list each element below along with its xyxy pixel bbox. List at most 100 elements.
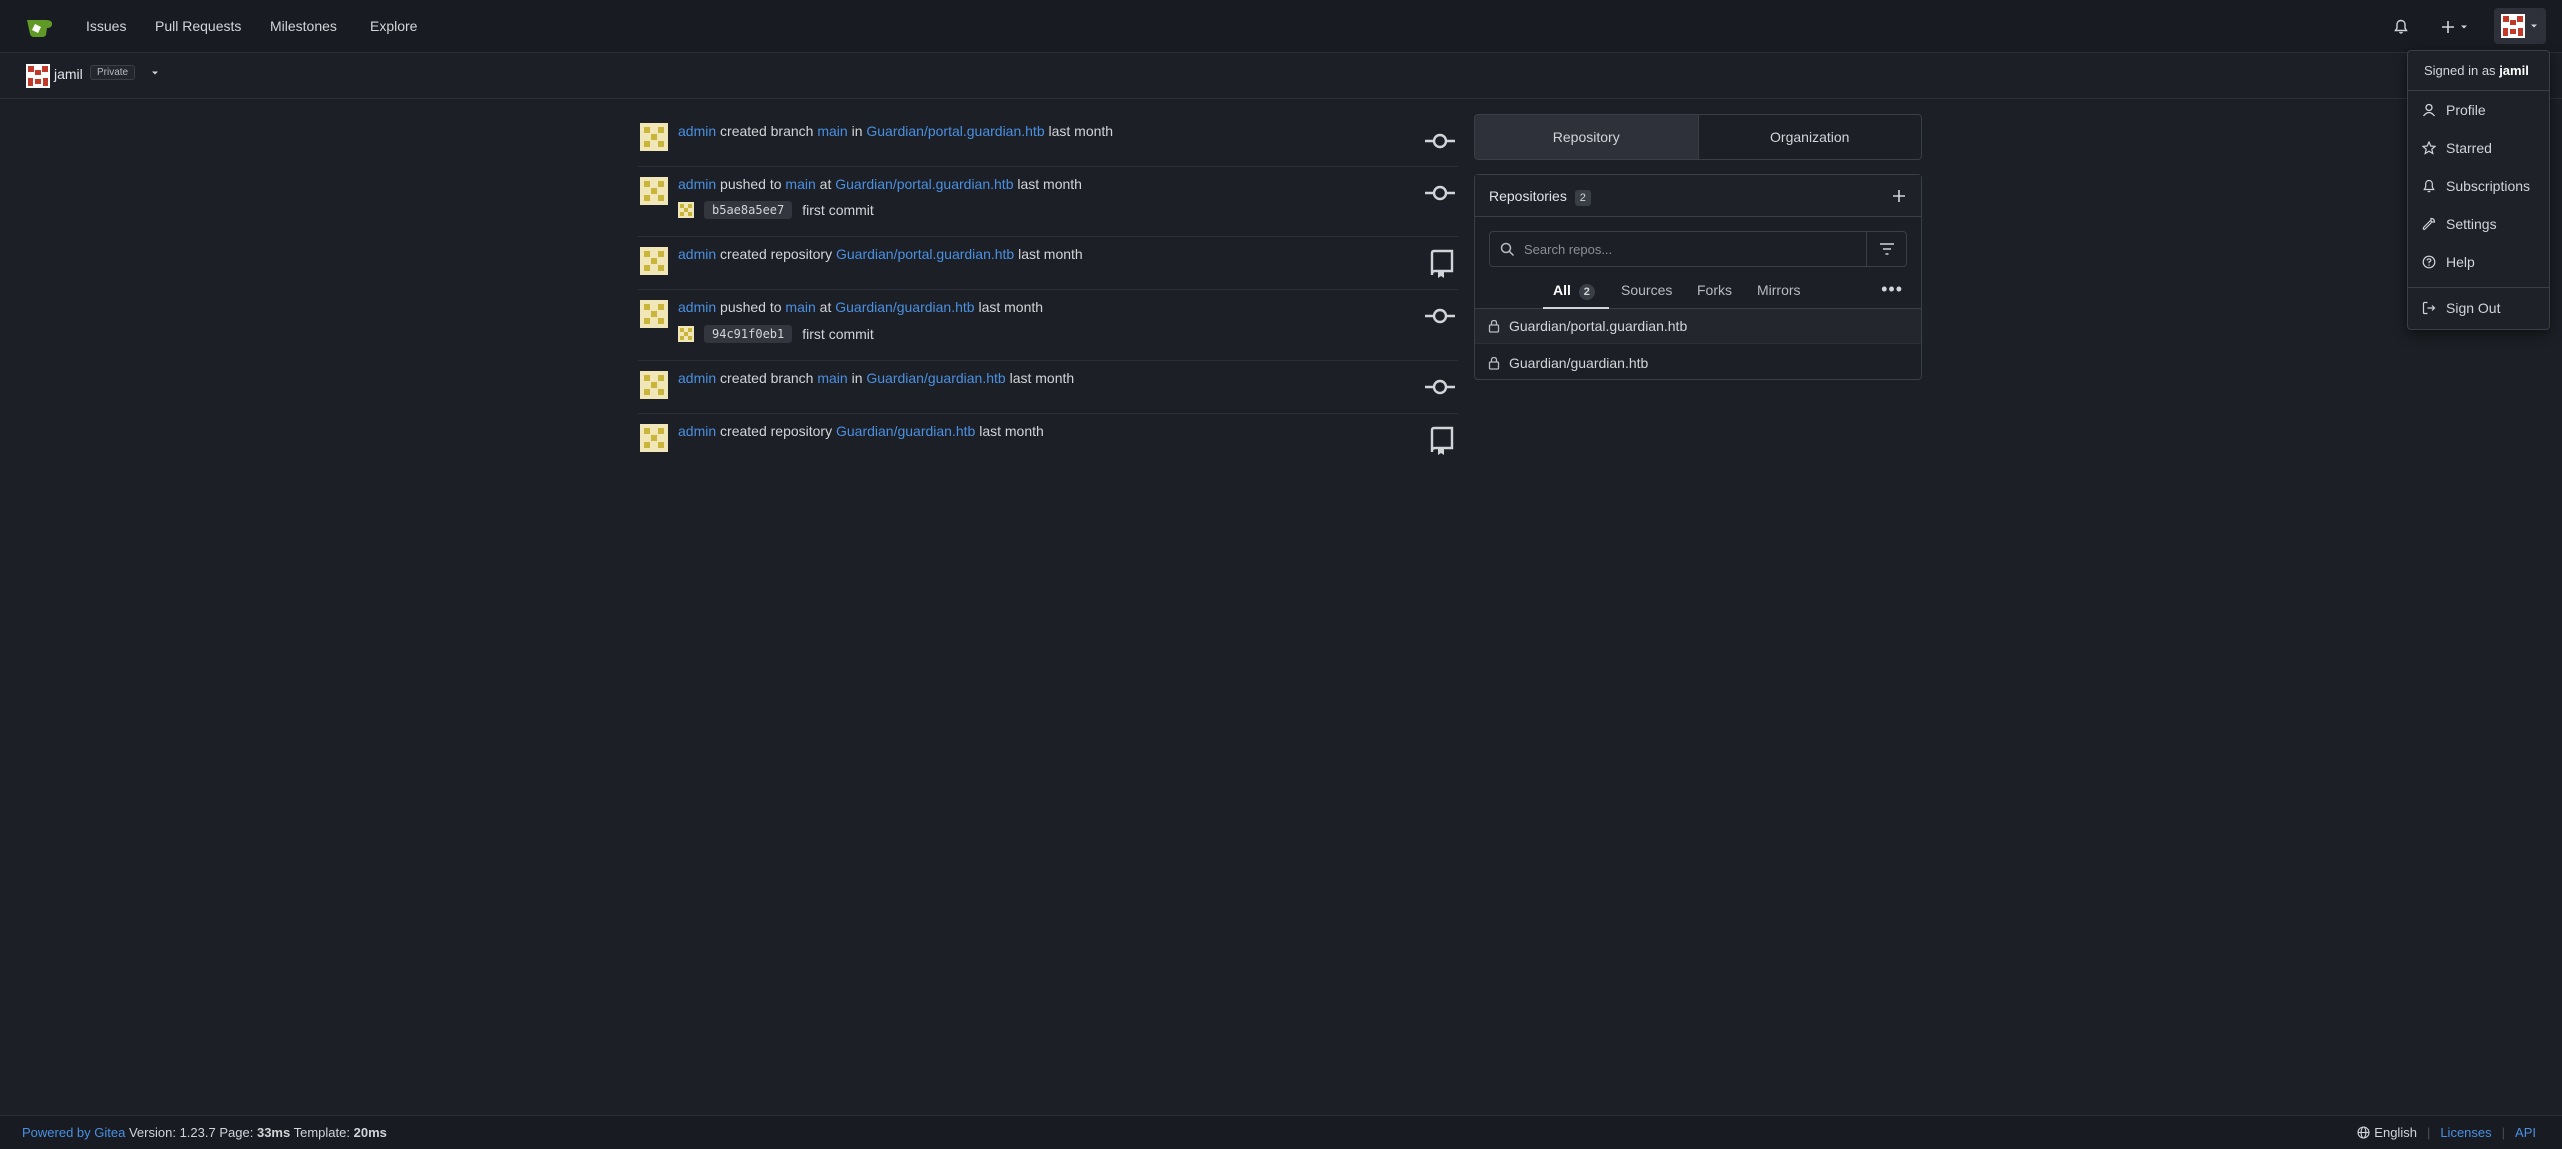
commit-author-avatar (678, 326, 694, 342)
nav-explore[interactable]: Explore (370, 18, 417, 34)
menu-item-subscriptions[interactable]: Subscriptions (2422, 178, 2530, 194)
licenses-link[interactable]: Licenses (2440, 1125, 2491, 1140)
repo-link[interactable]: Guardian/guardian.htb (835, 299, 974, 315)
nav-milestones[interactable]: Milestones (270, 18, 337, 34)
question-circle-icon (2422, 255, 2436, 269)
menu-item-settings[interactable]: Settings (2422, 216, 2497, 232)
signed-in-username: jamil (2499, 63, 2529, 78)
commit-sha-link[interactable]: b5ae8a5ee7 (704, 201, 793, 219)
more-options-icon[interactable]: ••• (1881, 279, 1903, 300)
caret-down-icon (2531, 24, 2537, 28)
branch-link[interactable]: main (785, 299, 815, 315)
signed-in-prefix: Signed in as (2424, 63, 2496, 78)
version-value: 1.23.7 (179, 1125, 216, 1140)
private-badge: Private (90, 65, 136, 80)
feed-time: last month (978, 299, 1044, 315)
footer-version-info: Powered by Gitea Version: 1.23.7 Page: 3… (22, 1125, 387, 1140)
feed-item: admin pushed to main at Guardian/guardia… (638, 290, 1458, 361)
nav-pull-requests[interactable]: Pull Requests (155, 18, 241, 34)
feed-time: last month (1048, 123, 1114, 139)
page-time-label: Page: (219, 1125, 254, 1140)
feed-item: admin created branch main in Guardian/gu… (638, 361, 1458, 414)
user-menu-button[interactable] (2494, 8, 2546, 44)
admin-avatar[interactable] (640, 123, 668, 151)
repo-link[interactable]: Guardian/portal.guardian.htb (835, 176, 1013, 192)
branch-link[interactable]: main (817, 123, 847, 139)
caret-down-icon (2461, 25, 2467, 29)
admin-avatar[interactable] (640, 177, 668, 205)
admin-avatar[interactable] (640, 300, 668, 328)
menu-item-profile[interactable]: Profile (2422, 102, 2486, 118)
feed-time: last month (979, 423, 1044, 439)
tab-repository[interactable]: Repository (1475, 115, 1699, 159)
commit-sha-link[interactable]: 94c91f0eb1 (704, 325, 793, 343)
repo-name: Guardian/guardian.htb (1509, 354, 1649, 371)
subtab-forks[interactable]: Forks (1697, 282, 1732, 298)
language-selector[interactable]: English (2357, 1125, 2417, 1140)
repo-list-item[interactable]: Guardian/guardian.htb (1475, 345, 1921, 380)
lock-icon (1488, 356, 1500, 370)
actor-link[interactable]: admin (678, 123, 716, 139)
gitea-logo-icon[interactable] (26, 16, 54, 38)
api-link[interactable]: API (2515, 1125, 2536, 1140)
branch-link[interactable]: main (785, 176, 815, 192)
repo-list-header: Repositories 2 (1475, 175, 1921, 217)
actor-link[interactable]: admin (678, 176, 716, 192)
nav-issues[interactable]: Issues (86, 18, 126, 34)
repo-link[interactable]: Guardian/portal.guardian.htb (836, 246, 1014, 262)
menu-item-starred[interactable]: Starred (2422, 140, 2492, 156)
repo-link[interactable]: Guardian/portal.guardian.htb (866, 123, 1044, 139)
footer-separator: | (2501, 1125, 2506, 1140)
tab-organization[interactable]: Organization (1699, 115, 1922, 159)
menu-item-label: Help (2446, 254, 2475, 270)
activity-feed: admin created branch main in Guardian/po… (638, 115, 1458, 470)
search-icon (1500, 242, 1515, 257)
commit-author-avatar (678, 202, 694, 218)
lock-icon (1488, 319, 1500, 333)
notifications-button[interactable] (2393, 14, 2409, 40)
menu-item-help[interactable]: Help (2422, 254, 2475, 270)
repo-list-item[interactable]: Guardian/portal.guardian.htb (1475, 309, 1921, 344)
feed-prep: in (851, 123, 863, 139)
subtab-sources[interactable]: Sources (1621, 282, 1672, 298)
avatar (2501, 14, 2525, 38)
add-repo-plus-icon[interactable] (1891, 188, 1907, 204)
admin-avatar[interactable] (640, 371, 668, 399)
menu-item-sign-out[interactable]: Sign Out (2422, 300, 2500, 316)
divider (2408, 287, 2549, 288)
admin-avatar[interactable] (640, 247, 668, 275)
admin-avatar[interactable] (640, 424, 668, 452)
context-avatar (26, 64, 50, 88)
actor-link[interactable]: admin (678, 423, 716, 439)
feed-time: last month (1017, 176, 1082, 192)
create-new-button[interactable] (2441, 14, 2469, 40)
subtab-all[interactable]: All 2 (1553, 282, 1595, 300)
all-count-badge: 2 (1578, 284, 1595, 300)
feed-verb: created branch (720, 123, 814, 139)
globe-icon (2357, 1126, 2370, 1139)
actor-link[interactable]: admin (678, 370, 716, 386)
repo-link[interactable]: Guardian/guardian.htb (836, 423, 975, 439)
feed-item: admin pushed to main at Guardian/portal.… (638, 167, 1458, 237)
repo-icon (1430, 249, 1454, 278)
footer-links: English | Licenses | API (2357, 1125, 2536, 1140)
repo-search-input[interactable] (1490, 232, 1866, 266)
feed-text: admin created repository Guardian/guardi… (678, 423, 1044, 439)
feed-verb: pushed to (720, 299, 782, 315)
powered-by-link[interactable]: Powered by Gitea (22, 1125, 125, 1140)
commit-icon (1425, 308, 1455, 324)
menu-item-label: Sign Out (2446, 300, 2501, 316)
context-name[interactable]: jamil (54, 66, 83, 82)
subtab-mirrors[interactable]: Mirrors (1757, 282, 1801, 298)
context-switch-caret-icon[interactable] (150, 68, 160, 78)
filter-button[interactable] (1866, 232, 1906, 266)
actor-link[interactable]: admin (678, 299, 716, 315)
feed-prep: in (851, 370, 863, 386)
branch-link[interactable]: main (817, 370, 847, 386)
repo-icon (1430, 426, 1454, 455)
repo-list-box: Repositories 2 All 2 Sources Forks Mirro… (1474, 174, 1922, 380)
repo-link[interactable]: Guardian/guardian.htb (866, 370, 1005, 386)
actor-link[interactable]: admin (678, 246, 716, 262)
feed-verb: created repository (720, 423, 833, 439)
feed-time: last month (1009, 370, 1075, 386)
